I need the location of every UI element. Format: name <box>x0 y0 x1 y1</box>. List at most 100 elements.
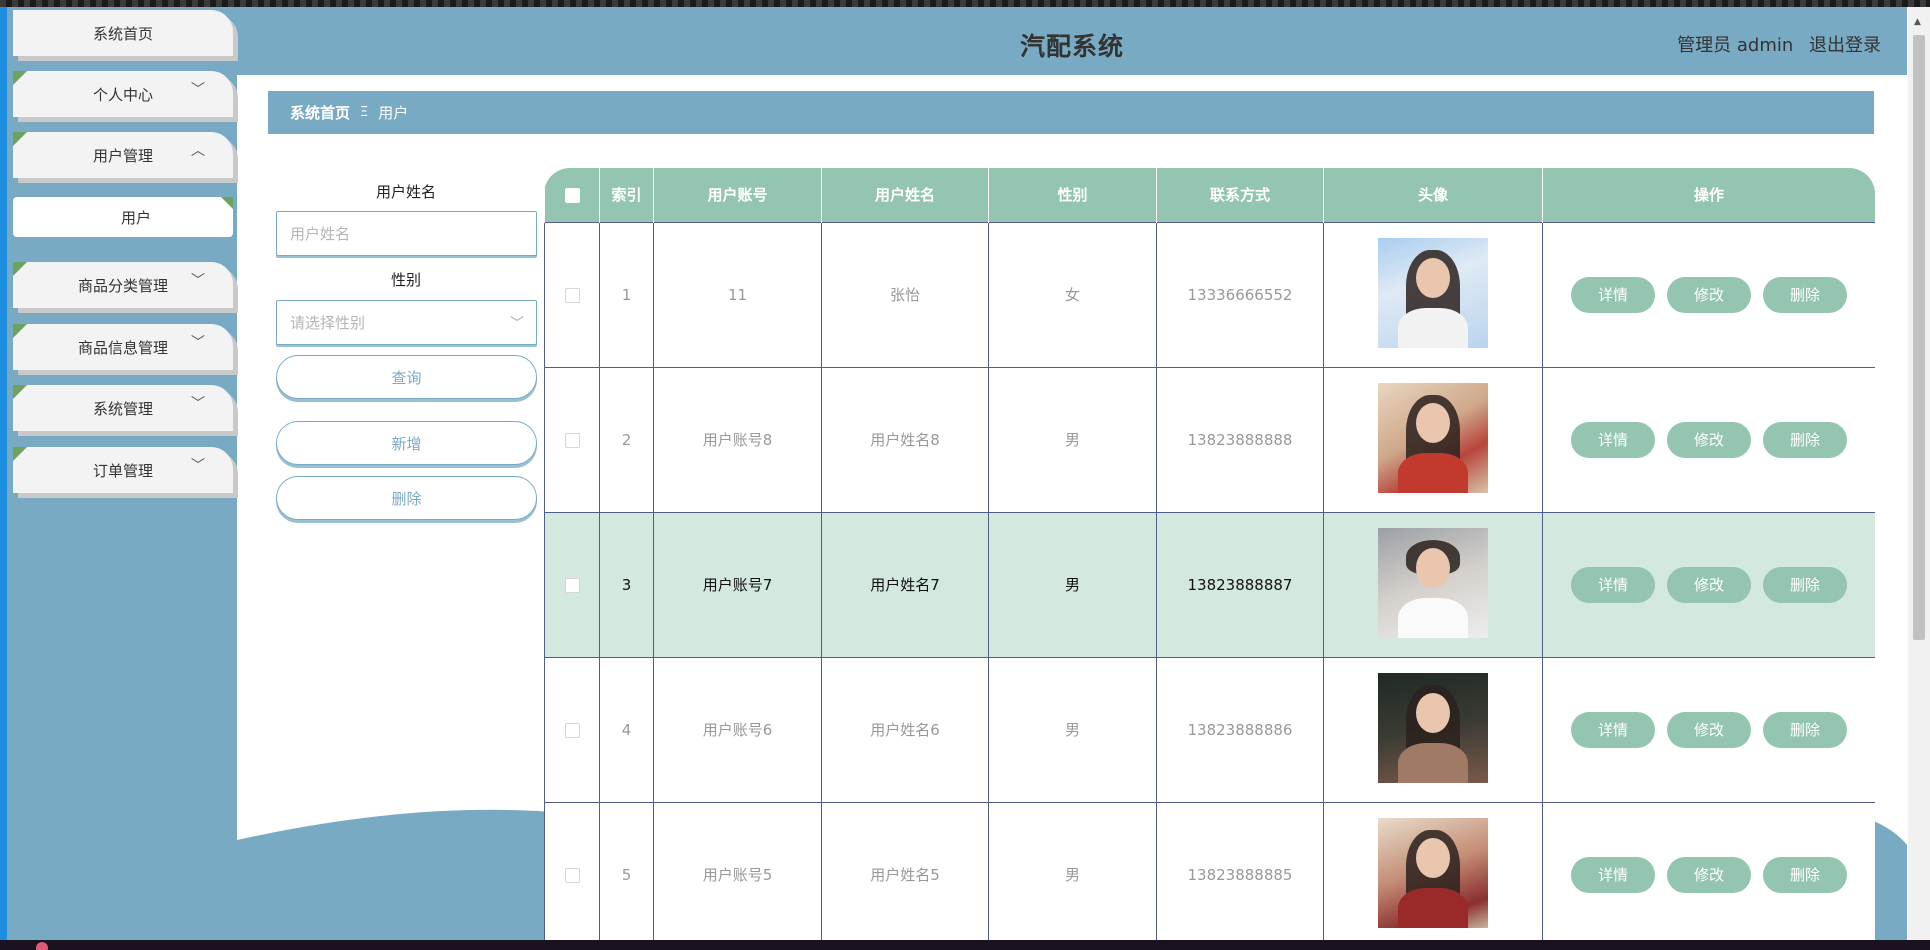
face <box>1416 257 1450 298</box>
table-row[interactable]: 5 用户账号5 用户姓名5 男 13823888885 详情 修改 删除 <box>544 801 1875 940</box>
avatar-cell <box>1323 801 1543 940</box>
row-actions: 详情 修改 删除 <box>1543 856 1875 893</box>
detail-button[interactable]: 详情 <box>1571 566 1655 603</box>
chevron-down-icon: ﹀ <box>510 316 524 332</box>
column-header[interactable]: 用户姓名 <box>821 168 989 222</box>
edit-button[interactable]: 修改 <box>1667 421 1751 458</box>
name-cell: 张怡 <box>821 221 989 368</box>
column-header: 头像 <box>1323 168 1543 222</box>
sidebar-item-system-management[interactable]: 系统管理 ﹀ <box>13 385 233 431</box>
edit-button[interactable]: 修改 <box>1667 566 1751 603</box>
query-button[interactable]: 查询 <box>276 355 537 399</box>
column-header[interactable]: 用户账号 <box>653 168 822 222</box>
edit-button[interactable]: 修改 <box>1667 856 1751 893</box>
sidebar-item-label: 商品分类管理 <box>77 276 168 295</box>
sidebar-item-label: 系统首页 <box>92 24 153 43</box>
window-top-strip <box>0 0 1930 7</box>
gender-filter-label: 性别 <box>390 271 421 289</box>
detail-button[interactable]: 详情 <box>1571 421 1655 458</box>
name-cell: 用户姓名6 <box>821 656 989 803</box>
actions-cell: 详情 修改 删除 <box>1542 511 1875 658</box>
phone-cell: 13823888887 <box>1156 511 1324 658</box>
sidebar-item-personal-center[interactable]: 个人中心 ﹀ <box>13 71 233 117</box>
index-cell: 2 <box>599 366 654 513</box>
chevron-down-icon: ﹀ <box>191 273 205 289</box>
delete-button[interactable]: 删除 <box>1763 711 1847 748</box>
column-header[interactable]: 性别 <box>988 168 1157 222</box>
name-cell: 用户姓名5 <box>821 801 989 940</box>
table-row[interactable]: 1 11 张怡 女 13336666552 详情 修改 删除 <box>544 221 1875 368</box>
sidebar-subitem-users[interactable]: 用户 <box>13 197 233 237</box>
avatar[interactable] <box>1378 237 1488 348</box>
row-select-cell <box>544 511 600 658</box>
face <box>1416 692 1450 733</box>
avatar[interactable] <box>1378 817 1488 928</box>
vertical-scrollbar[interactable]: ▲ <box>1908 7 1930 940</box>
corner-decoration <box>13 324 27 338</box>
add-button[interactable]: 新增 <box>276 421 537 465</box>
user-role: 管理员 admin <box>1677 35 1794 56</box>
user-info: 管理员 admin 退出登录 <box>1667 31 1881 57</box>
detail-button[interactable]: 详情 <box>1571 276 1655 313</box>
column-header[interactable]: 索引 <box>599 168 654 222</box>
edit-button[interactable]: 修改 <box>1667 276 1751 313</box>
table-row[interactable]: 2 用户账号8 用户姓名8 男 13823888888 详情 修改 删除 <box>544 366 1875 513</box>
row-actions: 详情 修改 删除 <box>1543 276 1875 313</box>
row-checkbox[interactable] <box>564 577 580 593</box>
logout-link[interactable]: 退出登录 <box>1809 35 1881 56</box>
avatar[interactable] <box>1378 382 1488 493</box>
edit-button[interactable]: 修改 <box>1667 711 1751 748</box>
corner-decoration <box>13 262 27 276</box>
taskbar-app-icon[interactable] <box>36 942 48 950</box>
gender-select-placeholder: 请选择性别 <box>290 314 366 332</box>
sidebar-item-category-management[interactable]: 商品分类管理 ﹀ <box>13 262 233 308</box>
index-cell: 4 <box>599 656 654 803</box>
avatar-cell <box>1323 656 1543 803</box>
column-header[interactable]: 联系方式 <box>1156 168 1324 222</box>
row-select-cell <box>544 801 600 940</box>
chevron-down-icon: ﹀ <box>191 82 205 98</box>
sidebar: 系统首页 个人中心 ﹀ 用户管理 ︿ 用户 商品分类管理 ﹀ 商品信息管理 ﹀ … <box>7 7 237 940</box>
sidebar-item-product-management[interactable]: 商品信息管理 ﹀ <box>13 324 233 370</box>
sidebar-item-order-management[interactable]: 订单管理 ﹀ <box>13 447 233 493</box>
sidebar-item-user-management[interactable]: 用户管理 ︿ <box>13 132 233 178</box>
avatar[interactable] <box>1378 527 1488 638</box>
breadcrumb: 系统首页 Ξ 用户 <box>268 91 1874 134</box>
table-row[interactable]: 3 用户账号7 用户姓名7 男 13823888887 详情 修改 删除 <box>544 511 1875 658</box>
corner-decoration <box>221 197 233 209</box>
row-checkbox[interactable] <box>564 722 580 738</box>
account-cell: 用户账号7 <box>653 511 822 658</box>
row-checkbox[interactable] <box>564 287 580 303</box>
torso <box>1398 597 1468 638</box>
breadcrumb-separator-icon: Ξ <box>360 105 369 120</box>
gender-select[interactable]: 请选择性别 ﹀ <box>276 300 537 345</box>
scroll-up-icon[interactable]: ▲ <box>1914 17 1921 27</box>
torso <box>1398 452 1468 493</box>
sidebar-item-home[interactable]: 系统首页 <box>13 10 233 56</box>
actions-cell: 详情 修改 删除 <box>1542 366 1875 513</box>
scrollbar-thumb[interactable] <box>1913 35 1925 640</box>
detail-button[interactable]: 详情 <box>1571 856 1655 893</box>
chevron-down-icon: ﹀ <box>191 396 205 412</box>
gender-cell: 男 <box>988 801 1157 940</box>
avatar-cell <box>1323 511 1543 658</box>
name-search-input[interactable]: 用户姓名 <box>276 211 537 256</box>
detail-button[interactable]: 详情 <box>1571 711 1655 748</box>
face <box>1416 402 1450 443</box>
delete-button[interactable]: 删除 <box>1763 566 1847 603</box>
delete-button[interactable]: 删除 <box>1763 856 1847 893</box>
gender-cell: 男 <box>988 656 1157 803</box>
row-select-cell <box>544 221 600 368</box>
breadcrumb-home[interactable]: 系统首页 <box>290 102 350 123</box>
row-checkbox[interactable] <box>564 432 580 448</box>
table-row[interactable]: 4 用户账号6 用户姓名6 男 13823888886 详情 修改 删除 <box>544 656 1875 803</box>
delete-button[interactable]: 删除 <box>1763 276 1847 313</box>
avatar[interactable] <box>1378 672 1488 783</box>
row-select-cell <box>544 656 600 803</box>
select-all-checkbox[interactable] <box>564 187 580 203</box>
delete-button[interactable]: 删除 <box>1763 421 1847 458</box>
batch-delete-button[interactable]: 删除 <box>276 476 537 520</box>
row-checkbox[interactable] <box>564 867 580 883</box>
phone-cell: 13336666552 <box>1156 221 1324 368</box>
user-table-container: 索引 用户账号 用户姓名 性别 联系方式 头像 操作 1 11 张怡 女 133… <box>544 168 1875 940</box>
